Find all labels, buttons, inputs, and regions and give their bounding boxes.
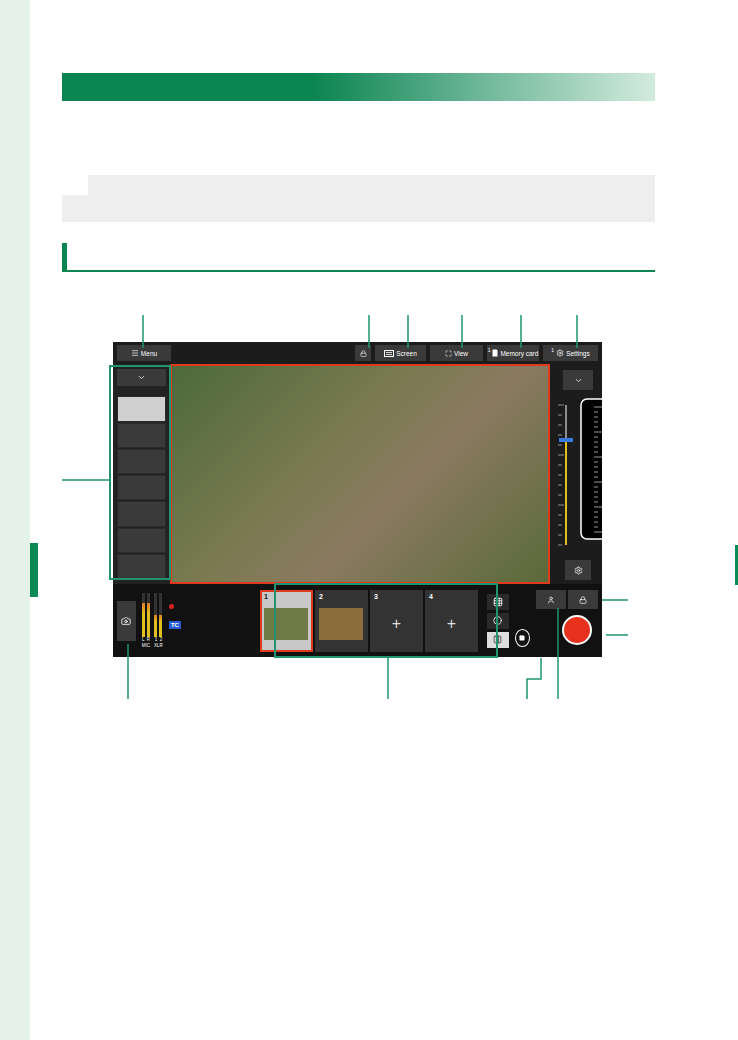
view-button[interactable]: View xyxy=(430,345,483,361)
screen-button[interactable]: Screen xyxy=(375,345,426,361)
recording-dot xyxy=(169,604,174,609)
add-tile: + xyxy=(447,616,456,632)
record-button[interactable] xyxy=(562,615,592,645)
camera-icon xyxy=(121,616,131,626)
meter-track xyxy=(159,593,162,637)
meter-track xyxy=(147,593,150,637)
manual-page: Menu ScreenView1Memory card1Settings LRMIC… xyxy=(0,0,738,1040)
exposure-scale[interactable] xyxy=(554,397,602,553)
meter-fill xyxy=(159,615,162,637)
panel-dropdown[interactable] xyxy=(563,370,593,390)
chevron-down-icon xyxy=(137,373,146,382)
lock-icon xyxy=(579,596,587,604)
audio-meters: LRMIC 12XLR xyxy=(142,593,163,648)
record-lock-button[interactable] xyxy=(568,590,598,609)
edge-tab xyxy=(735,545,738,585)
side-list-item[interactable] xyxy=(117,423,166,448)
meter-fill xyxy=(154,615,157,637)
tile-photo xyxy=(264,608,308,640)
timecode-badge: TC xyxy=(169,621,181,629)
preset-tile[interactable]: 3+ xyxy=(370,590,423,652)
side-list-item[interactable] xyxy=(117,528,166,553)
callout-lines xyxy=(62,302,655,702)
meter-track xyxy=(154,593,157,637)
menu-button[interactable]: Menu xyxy=(117,345,171,361)
bottom-bar: LRMIC 12XLR TC 123+4+ xyxy=(113,584,602,657)
preset-tile[interactable]: 2 xyxy=(315,590,368,652)
add-tile: + xyxy=(392,616,401,632)
stop-icon xyxy=(519,635,525,641)
live-view xyxy=(170,364,550,584)
settings-button[interactable]: 1Settings xyxy=(543,345,598,361)
info-icon xyxy=(493,616,502,625)
grid-icon xyxy=(493,597,503,607)
meter-fill xyxy=(142,603,145,637)
right-panel xyxy=(550,364,602,584)
margin-band xyxy=(0,0,30,1040)
scale-marker xyxy=(559,438,573,442)
preset-tiles: 123+4+ xyxy=(257,587,481,655)
ui-figure: Menu ScreenView1Memory card1Settings LRMIC… xyxy=(62,302,655,702)
side-list-item[interactable] xyxy=(117,554,166,579)
preset-tile[interactable]: 1 xyxy=(260,590,313,652)
chapter-tab xyxy=(30,543,38,597)
camera-button[interactable] xyxy=(117,601,136,641)
info-button[interactable] xyxy=(487,613,509,629)
hamburger-icon xyxy=(131,349,139,357)
lock-icon xyxy=(360,350,367,357)
note-box xyxy=(62,175,655,222)
app-screenshot: Menu ScreenView1Memory card1Settings LRMIC… xyxy=(113,342,602,657)
columns-icon xyxy=(493,635,502,644)
subject-button[interactable] xyxy=(536,590,566,609)
chevron-down-icon xyxy=(574,376,583,385)
tile-photo xyxy=(319,608,363,640)
gear-icon xyxy=(556,349,564,357)
sub-heading xyxy=(62,243,655,272)
meter-group: 12XLR xyxy=(154,593,163,648)
meter-track xyxy=(142,593,145,637)
grid-button[interactable] xyxy=(487,594,509,610)
memory-card-icon xyxy=(492,349,498,357)
note-icon xyxy=(62,175,88,195)
gear-icon xyxy=(574,566,583,575)
meter-fill xyxy=(147,603,150,637)
preset-tile[interactable]: 4+ xyxy=(425,590,478,652)
panel-settings-button[interactable] xyxy=(565,560,591,580)
side-list-item[interactable] xyxy=(117,475,166,500)
screen-icon xyxy=(384,350,394,357)
side-list-item[interactable] xyxy=(117,396,166,421)
memory-card-button[interactable]: 1Memory card xyxy=(487,345,539,361)
top-bar: Menu ScreenView1Memory card1Settings xyxy=(113,342,602,364)
stop-button[interactable] xyxy=(515,629,530,647)
side-list-item[interactable] xyxy=(117,449,166,474)
layout-button[interactable] xyxy=(487,632,509,648)
side-list xyxy=(113,364,170,584)
person-icon xyxy=(547,596,555,604)
status-area: TC xyxy=(169,604,251,637)
view-icon xyxy=(445,350,452,357)
side-list-item[interactable] xyxy=(117,501,166,526)
section-bar xyxy=(62,73,655,101)
meter-group: LRMIC xyxy=(142,593,150,648)
main-area xyxy=(113,364,602,584)
list-dropdown[interactable] xyxy=(117,369,166,386)
page-content: Menu ScreenView1Memory card1Settings LRMIC… xyxy=(62,0,655,1040)
lock-button[interactable] xyxy=(355,345,371,361)
